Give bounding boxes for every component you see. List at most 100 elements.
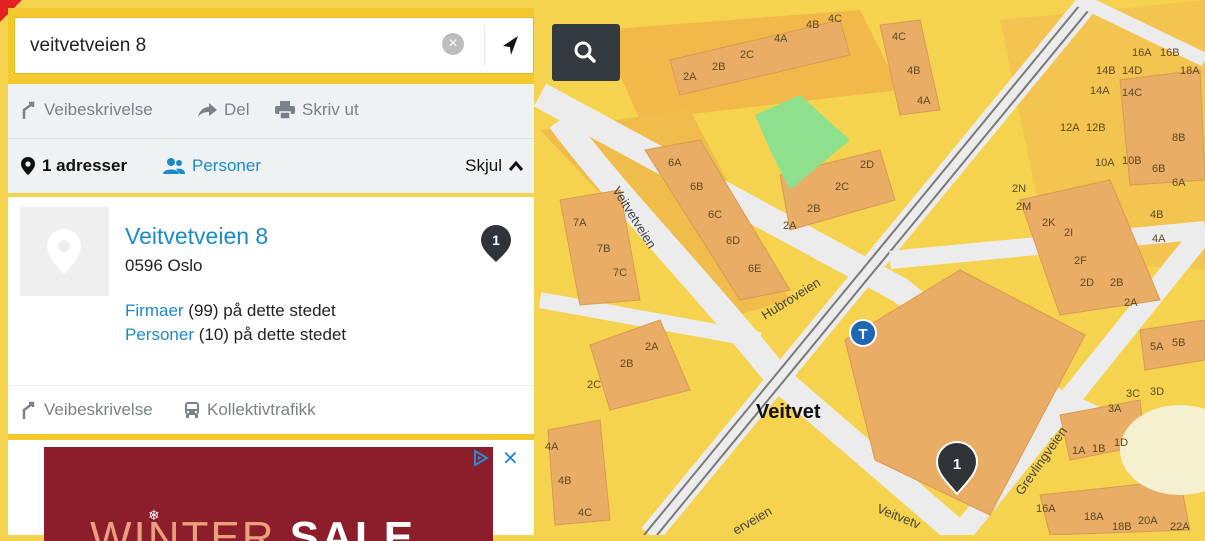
place-label: Veitvet — [756, 401, 821, 423]
house-number: 16A — [1036, 503, 1056, 515]
house-number: 14D — [1122, 65, 1142, 77]
house-number: 2C — [740, 49, 754, 61]
metro-station-icon[interactable]: T — [849, 319, 877, 347]
house-number: 6E — [748, 263, 761, 275]
location-arrow-icon — [503, 36, 518, 55]
house-number: 5B — [1172, 337, 1185, 349]
house-number: 2B — [712, 61, 725, 73]
clear-search-button[interactable]: × — [442, 33, 464, 55]
tab-addresses[interactable]: 1 adresser — [20, 156, 127, 176]
persons-count-text: (10) på dette stedet — [198, 325, 347, 344]
house-number: 3C — [1126, 388, 1140, 400]
house-number: 2A — [645, 341, 659, 353]
house-number: 2F — [1074, 255, 1087, 267]
house-number: 14C — [1122, 87, 1142, 99]
result-title-link[interactable]: Veitvetveien 8 — [125, 223, 268, 250]
advertisement[interactable]: ❄ WINTER SALE ✕ — [8, 434, 534, 541]
svg-text:1: 1 — [492, 232, 500, 248]
action-toolbar: Veibeskrivelse Del Skriv ut — [8, 84, 534, 139]
house-number: 4C — [578, 507, 592, 519]
house-number: 4B — [806, 19, 819, 31]
print-label: Skriv ut — [302, 100, 359, 119]
people-icon — [163, 158, 185, 174]
house-number: 6B — [690, 181, 703, 193]
house-number: 4C — [828, 13, 842, 25]
house-number: 6D — [726, 235, 740, 247]
house-number: 2D — [1080, 277, 1094, 289]
house-number: 2C — [587, 379, 601, 391]
house-number: 4B — [558, 475, 571, 487]
companies-count-text: (99) på dette stedet — [188, 301, 336, 320]
house-number: 2B — [1110, 277, 1123, 289]
result-marker-badge: 1 — [481, 225, 511, 262]
svg-text:T: T — [858, 326, 867, 343]
search-bar: × — [8, 8, 534, 84]
house-number: 2A — [1124, 297, 1138, 309]
print-button[interactable]: Skriv ut — [274, 100, 359, 120]
house-number: 6B — [1152, 163, 1165, 175]
my-location-button[interactable] — [484, 26, 535, 66]
svg-text:1: 1 — [953, 456, 961, 473]
house-number: 2B — [807, 203, 820, 215]
house-number: 16A — [1132, 47, 1152, 59]
hide-label: Skjul — [465, 156, 502, 175]
house-number: 14B — [1096, 65, 1116, 77]
house-number: 2D — [860, 159, 874, 171]
house-number: 12A — [1060, 122, 1080, 134]
chevron-up-icon — [508, 160, 524, 171]
house-number: 10A — [1095, 157, 1115, 169]
ad-headline: WINTER SALE — [90, 513, 416, 541]
house-number: 2A — [683, 71, 697, 83]
house-number: 2N — [1012, 183, 1026, 195]
adchoices-icon[interactable] — [470, 448, 490, 468]
house-number: 20A — [1138, 515, 1158, 527]
result-directions-button[interactable]: Veibeskrivelse — [18, 400, 153, 420]
tab-persons[interactable]: Personer — [162, 156, 261, 176]
result-thumbnail — [20, 207, 109, 296]
result-card[interactable]: Veitvetveien 8 0596 Oslo Firmaer (99) på… — [8, 197, 534, 435]
house-number: 7B — [597, 243, 610, 255]
house-number: 6A — [1172, 177, 1186, 189]
house-number: 18B — [1112, 521, 1132, 533]
location-pin-icon — [47, 229, 81, 274]
share-arrow-icon — [198, 103, 217, 117]
hide-results-button[interactable]: Skjul — [465, 156, 524, 176]
transit-button[interactable]: Kollektivtrafikk — [183, 400, 316, 420]
house-number: 2C — [835, 181, 849, 193]
search-box: × — [14, 17, 534, 74]
house-number: 1B — [1092, 443, 1105, 455]
house-number: 4A — [545, 441, 559, 453]
share-label: Del — [224, 100, 250, 119]
share-button[interactable]: Del — [196, 100, 250, 120]
persons-line: Personer (10) på dette stedet — [125, 325, 346, 345]
house-number: 6A — [668, 157, 682, 169]
house-number: 10B — [1122, 155, 1142, 167]
result-actions: Veibeskrivelse Kollektivtrafikk — [8, 385, 534, 436]
search-button[interactable] — [552, 24, 620, 81]
directions-icon — [22, 401, 35, 419]
directions-button[interactable]: Veibeskrivelse — [18, 100, 153, 120]
clear-icon: × — [448, 35, 458, 52]
side-panel: × Veibeskrivelse Del Skriv ut 1 adresser — [8, 8, 620, 541]
printer-icon — [275, 101, 295, 120]
directions-label: Veibeskrivelse — [44, 100, 153, 119]
house-number: 8B — [1172, 132, 1185, 144]
house-number: 12B — [1086, 122, 1106, 134]
house-number: 18A — [1084, 511, 1104, 523]
companies-link[interactable]: Firmaer — [125, 301, 184, 320]
persons-link[interactable]: Personer — [125, 325, 194, 344]
directions-icon — [22, 101, 35, 119]
house-number: 4A — [1152, 233, 1166, 245]
house-number: 3A — [1108, 403, 1122, 415]
house-number: 4C — [892, 31, 906, 43]
tab-persons-label: Personer — [192, 156, 261, 175]
ad-banner-image[interactable]: ❄ WINTER SALE — [44, 447, 493, 541]
house-number: 16B — [1160, 47, 1180, 59]
map-marker-icon — [21, 157, 35, 175]
result-tabs: 1 adresser Personer Skjul — [8, 139, 534, 193]
result-postal-city: 0596 Oslo — [125, 256, 203, 275]
search-input[interactable] — [28, 31, 432, 61]
result-directions-label: Veibeskrivelse — [44, 400, 153, 419]
house-number: 14A — [1090, 85, 1110, 97]
ad-close-button[interactable]: ✕ — [502, 446, 519, 471]
